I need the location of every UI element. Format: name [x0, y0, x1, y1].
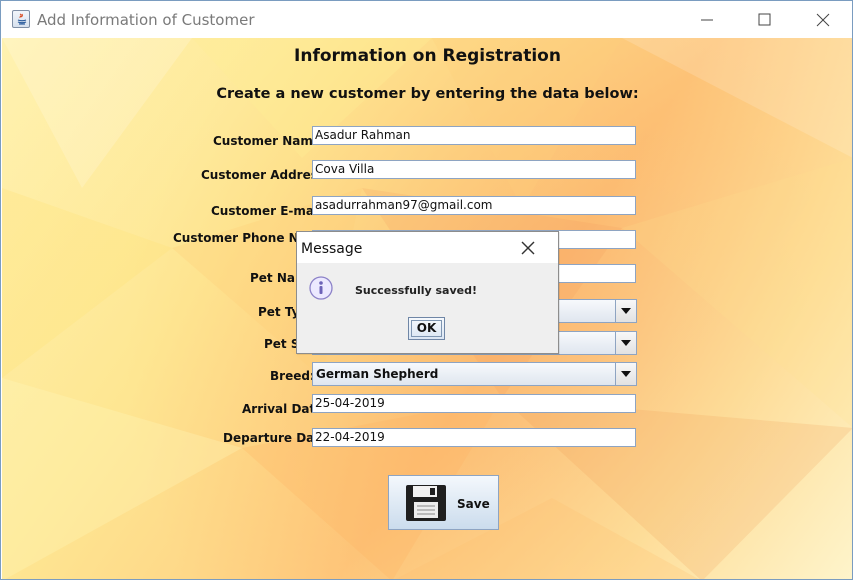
customer-address-label: Customer Address:	[201, 168, 330, 182]
close-button[interactable]	[794, 1, 852, 38]
dialog-titlebar[interactable]: Message	[297, 232, 558, 263]
message-dialog: Message Successfully saved! OK	[296, 231, 559, 354]
breed-select[interactable]: German Shepherd	[312, 362, 637, 386]
maximize-button[interactable]	[735, 1, 793, 38]
java-icon	[12, 10, 30, 28]
customer-name-label: Customer Name:	[213, 134, 326, 148]
customer-email-input[interactable]: asadurrahman97@gmail.com	[312, 196, 636, 215]
page-title: Information on Registration	[294, 46, 561, 66]
pet-type-label: Pet Typ	[258, 305, 309, 319]
window-title: Add Information of Customer	[37, 11, 255, 29]
app-window: Add Information of Customer Information …	[0, 0, 853, 580]
save-button-label: Save	[457, 497, 490, 511]
minimize-button[interactable]	[678, 1, 736, 38]
customer-address-input[interactable]: Cova Villa	[312, 160, 636, 179]
customer-phone-label: Customer Phone Num	[173, 231, 320, 245]
maximize-icon	[758, 13, 771, 26]
floppy-disk-icon	[406, 485, 446, 521]
close-icon[interactable]	[520, 240, 536, 256]
departure-date-label: Departure Date:	[223, 431, 333, 445]
chevron-down-icon[interactable]	[615, 363, 636, 385]
customer-email-label: Customer E-mail:	[211, 204, 328, 218]
page-subtitle: Create a new customer by entering the da…	[216, 86, 639, 102]
window-titlebar[interactable]: Add Information of Customer	[1, 1, 852, 38]
breed-label: Breed:	[270, 369, 315, 383]
chevron-down-icon[interactable]	[615, 332, 636, 354]
dialog-title: Message	[301, 241, 363, 257]
pet-sex-label: Pet Se	[264, 337, 308, 351]
customer-name-input[interactable]: Asadur Rahman	[312, 126, 636, 145]
focus-ring	[411, 320, 442, 337]
info-icon	[309, 276, 333, 300]
ok-button[interactable]: OK	[408, 317, 445, 340]
departure-date-input[interactable]: 22-04-2019	[312, 428, 636, 447]
close-icon	[816, 13, 830, 27]
arrival-date-label: Arrival Date:	[242, 402, 329, 416]
save-button[interactable]: Save	[388, 475, 499, 530]
chevron-down-icon[interactable]	[615, 300, 636, 322]
pet-name-label: Pet Nam	[250, 271, 308, 285]
minimize-icon	[701, 19, 713, 21]
arrival-date-input[interactable]: 25-04-2019	[312, 394, 636, 413]
breed-value: German Shepherd	[316, 367, 439, 381]
dialog-message: Successfully saved!	[355, 284, 477, 297]
